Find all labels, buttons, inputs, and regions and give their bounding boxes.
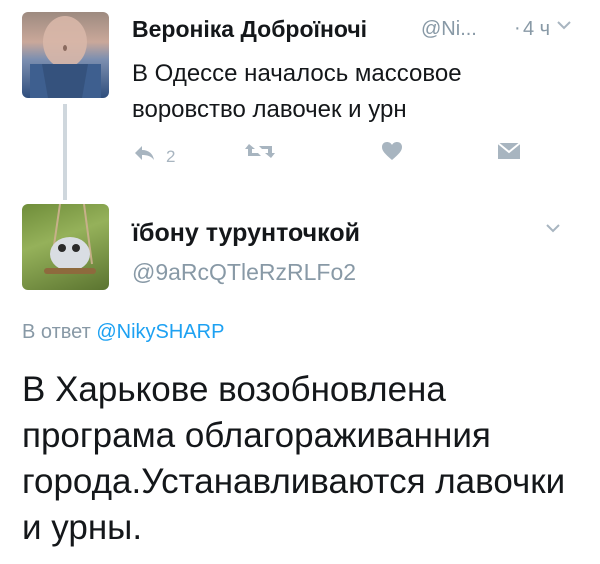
- reply-to-handle-link[interactable]: @NikySHARP: [96, 321, 224, 343]
- reply-icon[interactable]: [132, 143, 156, 169]
- avatar[interactable]: [22, 12, 109, 98]
- avatar[interactable]: [22, 204, 109, 290]
- separator-dot: ·: [514, 17, 521, 39]
- reply-count: 2: [166, 147, 176, 166]
- author-name[interactable]: Вероніка Доброїночі: [132, 16, 367, 43]
- retweet-icon[interactable]: [243, 140, 277, 169]
- tweet-text: В Харькове возобновлена програма облагор…: [22, 370, 566, 547]
- timestamp[interactable]: 4 ч: [523, 18, 550, 41]
- tweet-text: В Одессе началось массовое воровство лав…: [132, 60, 462, 123]
- dm-icon[interactable]: [496, 140, 522, 168]
- reply-context: В ответ @NikySHARP: [22, 321, 224, 344]
- author-handle[interactable]: @Ni...: [421, 18, 477, 41]
- reply-prefix: В ответ: [22, 321, 91, 343]
- chevron-down-icon[interactable]: [556, 15, 572, 36]
- thread-connector-line: [63, 104, 67, 200]
- author-handle[interactable]: @9aRcQTleRzRLFo2: [132, 259, 356, 286]
- like-icon[interactable]: [380, 140, 404, 168]
- chevron-down-icon[interactable]: [545, 218, 561, 239]
- author-name[interactable]: їбону турунточкой: [132, 219, 360, 248]
